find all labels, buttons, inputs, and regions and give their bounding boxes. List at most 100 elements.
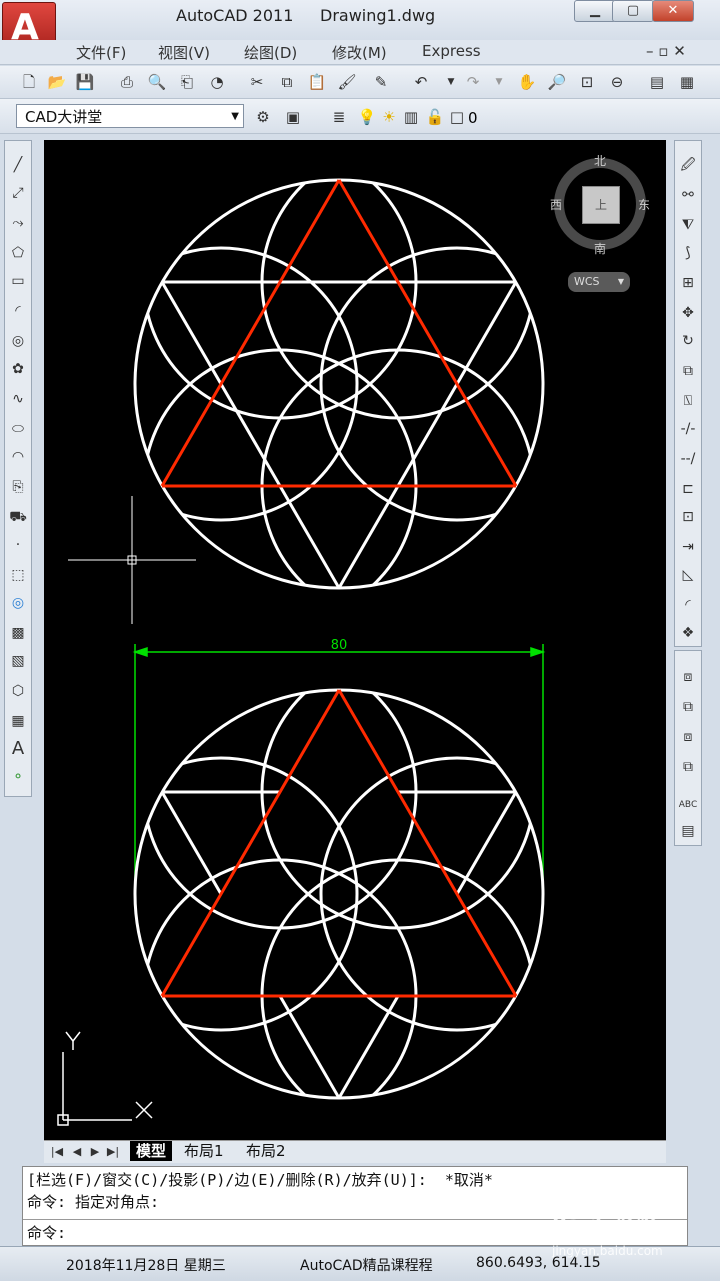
layer-viewport-icon[interactable]: ▥ bbox=[400, 106, 422, 128]
publish-icon[interactable]: ⎗ bbox=[176, 71, 198, 93]
undo-dropdown-icon[interactable]: ▼ bbox=[440, 71, 462, 93]
tab-model[interactable]: 模型 bbox=[130, 1141, 173, 1161]
explode-icon[interactable]: ❖ bbox=[678, 623, 698, 643]
viewcube-south[interactable]: 南 bbox=[594, 240, 606, 257]
offset-icon[interactable]: ⟆ bbox=[678, 243, 698, 263]
multiline-text-icon[interactable]: A bbox=[8, 739, 28, 759]
paste-icon[interactable]: 📋 bbox=[306, 71, 328, 93]
line-icon[interactable]: ╱ bbox=[8, 155, 28, 175]
circle-icon[interactable]: ◎ bbox=[8, 331, 28, 351]
block-editor-icon[interactable]: ✎ bbox=[370, 71, 392, 93]
copy-object-icon[interactable]: ⚯ bbox=[678, 185, 698, 205]
save-icon[interactable]: 💾 bbox=[74, 71, 96, 93]
menu-express[interactable]: Express bbox=[422, 42, 481, 60]
trim-icon[interactable]: -/- bbox=[678, 419, 698, 439]
tab-layout1[interactable]: 布局1 bbox=[184, 1141, 224, 1161]
revision-cloud-icon[interactable]: ✿ bbox=[8, 359, 28, 379]
polyline-icon[interactable]: ⤳ bbox=[8, 213, 28, 233]
bring-to-front-icon[interactable]: ⧈ bbox=[678, 667, 698, 687]
add-selected-icon[interactable]: ⚬ bbox=[8, 767, 28, 787]
workspace-settings-icon[interactable]: ⚙ bbox=[252, 106, 274, 128]
point-icon[interactable]: · bbox=[8, 535, 28, 555]
erase-icon[interactable]: 🖉 bbox=[678, 155, 698, 175]
break-icon[interactable]: ⊡ bbox=[678, 507, 698, 527]
design-center-icon[interactable]: ▦ bbox=[676, 71, 698, 93]
close-button[interactable]: ✕ bbox=[652, 0, 694, 22]
text-to-front-icon[interactable]: ABC bbox=[678, 795, 698, 815]
spline-icon[interactable]: ∿ bbox=[8, 389, 28, 409]
viewcube-west[interactable]: 西 bbox=[550, 196, 562, 213]
layer-on-icon[interactable]: 💡 bbox=[356, 106, 378, 128]
ellipse-arc-icon[interactable]: ◠ bbox=[8, 447, 28, 467]
workspace-select[interactable]: CAD大讲堂 ▼ bbox=[16, 104, 244, 128]
last-tab-icon[interactable]: ▶| bbox=[102, 1141, 124, 1163]
open-file-icon[interactable]: 📂 bbox=[46, 71, 68, 93]
extend-icon[interactable]: --/ bbox=[678, 449, 698, 469]
properties-icon[interactable]: ▤ bbox=[646, 71, 668, 93]
make-block-icon[interactable]: ⛟ bbox=[8, 507, 28, 527]
scale-icon[interactable]: ⧉ bbox=[678, 361, 698, 381]
polygon-icon[interactable]: ⬠ bbox=[8, 243, 28, 263]
construction-line-icon[interactable]: ⤢ bbox=[8, 183, 28, 203]
copy-icon[interactable]: ⧉ bbox=[276, 71, 298, 93]
rotate-icon[interactable]: ↻ bbox=[678, 331, 698, 351]
wcs-label: WCS bbox=[574, 275, 600, 288]
zoom-realtime-icon[interactable]: 🔎 bbox=[546, 71, 568, 93]
viewcube-east[interactable]: 东 bbox=[638, 196, 650, 213]
layer-freeze-icon[interactable]: ☀ bbox=[378, 106, 400, 128]
drawing-canvas[interactable]: 80 Y X 上 北 南 东 西 WCS ▼ bbox=[44, 140, 666, 1140]
undo-icon[interactable]: ↶ bbox=[410, 71, 432, 93]
menu-draw[interactable]: 绘图(D) bbox=[244, 42, 297, 63]
insert-block-icon[interactable]: ⎘ bbox=[8, 477, 28, 497]
zoom-window-icon[interactable]: ⊡ bbox=[576, 71, 598, 93]
doc-window-controls[interactable]: – ▫ ✕ bbox=[646, 42, 686, 60]
cut-icon[interactable]: ✂ bbox=[246, 71, 268, 93]
maximize-button[interactable]: ▢ bbox=[612, 0, 654, 22]
table-region-icon[interactable]: ▧ bbox=[8, 651, 28, 671]
send-to-back-icon[interactable]: ⧉ bbox=[678, 697, 698, 717]
redo-icon[interactable]: ↷ bbox=[462, 71, 484, 93]
bring-above-icon[interactable]: ⧈ bbox=[678, 727, 698, 747]
menu-view[interactable]: 视图(V) bbox=[158, 42, 210, 63]
current-layer-name[interactable]: 0 bbox=[468, 109, 478, 127]
array-icon[interactable]: ⊞ bbox=[678, 273, 698, 293]
hatch-to-back-icon[interactable]: ▤ bbox=[678, 821, 698, 841]
region-icon[interactable]: ▩ bbox=[8, 623, 28, 643]
print-icon[interactable]: ⎙ bbox=[116, 71, 138, 93]
tab-layout2[interactable]: 布局2 bbox=[246, 1141, 286, 1161]
arc-icon[interactable]: ◜ bbox=[8, 301, 28, 321]
3d-print-icon[interactable]: ◔ bbox=[206, 71, 228, 93]
table-icon[interactable]: ▦ bbox=[8, 711, 28, 731]
menu-modify[interactable]: 修改(M) bbox=[332, 42, 387, 63]
boundary-icon[interactable]: ⬡ bbox=[8, 681, 28, 701]
layer-lock-icon[interactable]: 🔓 bbox=[424, 106, 446, 128]
send-under-icon[interactable]: ⧉ bbox=[678, 757, 698, 777]
viewcube-north[interactable]: 北 bbox=[594, 152, 606, 169]
redo-dropdown-icon[interactable]: ▼ bbox=[488, 71, 510, 93]
mirror-icon[interactable]: ⧨ bbox=[678, 215, 698, 235]
layer-color-icon[interactable]: □ bbox=[446, 106, 468, 128]
ellipse-icon[interactable]: ⬭ bbox=[8, 419, 28, 439]
workspace-save-icon[interactable]: ▣ bbox=[282, 106, 304, 128]
print-preview-icon[interactable]: 🔍 bbox=[146, 71, 168, 93]
move-icon[interactable]: ✥ bbox=[678, 303, 698, 323]
fillet-icon[interactable]: ◜ bbox=[678, 595, 698, 615]
pan-icon[interactable]: ✋ bbox=[516, 71, 538, 93]
menu-file[interactable]: 文件(F) bbox=[76, 42, 126, 63]
gradient-icon[interactable]: ◎ bbox=[8, 593, 28, 613]
first-tab-icon[interactable]: |◀ bbox=[46, 1141, 68, 1163]
rectangle-icon[interactable]: ▭ bbox=[8, 271, 28, 291]
hatch-icon[interactable]: ⬚ bbox=[8, 565, 28, 585]
break-at-point-icon[interactable]: ⊏ bbox=[678, 479, 698, 499]
minimize-button[interactable]: ▁ bbox=[574, 0, 616, 22]
chamfer-icon[interactable]: ◺ bbox=[678, 565, 698, 585]
new-file-icon[interactable]: 🗋 bbox=[18, 71, 40, 93]
stretch-icon[interactable]: ⍂ bbox=[678, 391, 698, 411]
match-properties-icon[interactable]: 🖌 bbox=[336, 71, 358, 93]
layer-properties-icon[interactable]: ≣ bbox=[328, 106, 350, 128]
crosshair-cursor bbox=[68, 496, 196, 624]
viewcube-face[interactable]: 上 bbox=[582, 186, 620, 224]
wcs-menu[interactable]: WCS ▼ bbox=[568, 272, 630, 292]
zoom-previous-icon[interactable]: ⊖ bbox=[606, 71, 628, 93]
join-icon[interactable]: ⇥ bbox=[678, 537, 698, 557]
